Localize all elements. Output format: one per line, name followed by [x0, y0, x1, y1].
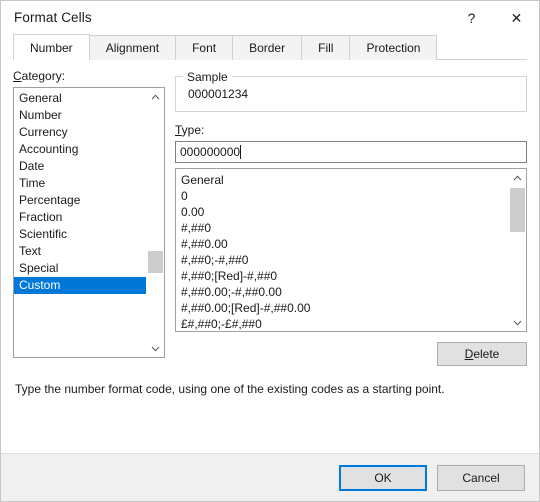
list-item[interactable]: Time: [14, 175, 146, 192]
type-label-rest: ype:: [181, 123, 205, 137]
sample-legend: Sample: [183, 70, 232, 84]
scroll-down-icon[interactable]: [509, 314, 526, 331]
type-input-value: 000000000: [180, 145, 241, 159]
sample-groupbox: Sample 000001234: [175, 70, 527, 112]
cancel-button[interactable]: Cancel: [437, 464, 525, 491]
list-item[interactable]: 0.00: [176, 204, 508, 220]
delete-button-row: Delete: [175, 342, 527, 366]
type-label: Type:: [175, 123, 527, 137]
tab-label: Protection: [366, 41, 421, 55]
dialog-footer: OK Cancel: [1, 453, 539, 501]
list-item[interactable]: Text: [14, 243, 146, 260]
delete-button[interactable]: Delete: [437, 342, 527, 366]
format-code-scroll-track[interactable]: [509, 186, 526, 314]
type-input[interactable]: 000000000: [175, 141, 527, 163]
text-caret: [240, 145, 242, 159]
list-item[interactable]: #,##0;[Red]-#,##0: [176, 268, 508, 284]
list-item[interactable]: Special: [14, 260, 146, 277]
delete-button-label: elete: [473, 347, 500, 361]
category-listbox[interactable]: General Number Currency Accounting Date …: [13, 87, 165, 358]
tab-protection[interactable]: Protection: [349, 35, 438, 60]
tab-fill[interactable]: Fill: [301, 35, 351, 60]
delete-button-accel: D: [464, 347, 474, 361]
category-scroll-thumb[interactable]: [148, 251, 163, 273]
page-title: Format Cells: [14, 10, 92, 25]
tab-border[interactable]: Border: [232, 35, 303, 60]
list-item[interactable]: 0: [176, 188, 508, 204]
scroll-up-icon[interactable]: [147, 88, 164, 105]
sample-value: 000001234: [188, 87, 249, 101]
list-item[interactable]: Fraction: [14, 209, 146, 226]
category-label-accel: C: [13, 69, 22, 83]
tab-label: Number: [30, 40, 73, 55]
list-item[interactable]: Currency: [14, 124, 146, 141]
format-code-scrollbar[interactable]: [508, 169, 526, 331]
question-mark-icon: ?: [467, 9, 476, 26]
list-item[interactable]: Accounting: [14, 141, 146, 158]
category-label: Category:: [13, 69, 165, 83]
close-icon: ✕: [510, 9, 523, 26]
format-cells-dialog: Format Cells ? ✕ Number Alignment Font B…: [0, 0, 540, 502]
close-button[interactable]: ✕: [494, 1, 539, 34]
tab-number[interactable]: Number: [13, 34, 90, 61]
tab-label: Alignment: [105, 41, 160, 55]
list-item[interactable]: #,##0: [176, 220, 508, 236]
category-scroll-track[interactable]: [147, 105, 164, 340]
tab-alignment[interactable]: Alignment: [88, 35, 177, 60]
list-item[interactable]: #,##0.00;[Red]-#,##0.00: [176, 300, 508, 316]
type-label-accel: T: [175, 123, 182, 137]
list-item[interactable]: #,##0;-#,##0: [176, 252, 508, 268]
tab-font[interactable]: Font: [175, 35, 234, 60]
category-listbox-items: General Number Currency Accounting Date …: [14, 88, 146, 357]
format-code-listbox[interactable]: General 0 0.00 #,##0 #,##0.00 #,##0;-#,#…: [175, 168, 527, 332]
help-button[interactable]: ?: [449, 1, 494, 34]
list-item[interactable]: General: [176, 172, 508, 188]
list-item[interactable]: #,##0.00;-#,##0.00: [176, 284, 508, 300]
format-code-listbox-items: General 0 0.00 #,##0 #,##0.00 #,##0;-#,#…: [176, 169, 508, 331]
list-item-selected[interactable]: Custom: [14, 277, 146, 294]
ok-button[interactable]: OK: [339, 464, 427, 491]
number-tab-panel: Category: General Number Currency Accoun…: [1, 60, 539, 453]
tab-label: Fill: [318, 41, 334, 55]
list-item[interactable]: General: [14, 90, 146, 107]
list-item[interactable]: Scientific: [14, 226, 146, 243]
list-item[interactable]: Number: [14, 107, 146, 124]
category-label-rest: ategory:: [21, 69, 66, 83]
scroll-down-icon[interactable]: [147, 340, 164, 357]
format-code-scroll-thumb[interactable]: [510, 188, 525, 232]
help-description: Type the number format code, using one o…: [15, 382, 445, 396]
tab-label: Font: [192, 41, 217, 55]
list-item[interactable]: Percentage: [14, 192, 146, 209]
title-bar-buttons: ? ✕: [449, 1, 539, 34]
title-bar: Format Cells ? ✕: [1, 1, 539, 34]
category-section: Category: General Number Currency Accoun…: [13, 69, 165, 366]
scroll-up-icon[interactable]: [509, 169, 526, 186]
category-scrollbar[interactable]: [146, 88, 164, 357]
panel-columns: Category: General Number Currency Accoun…: [13, 60, 527, 366]
tab-strip: Number Alignment Font Border Fill Protec…: [1, 34, 539, 61]
list-item[interactable]: £#,##0;-£#,##0: [176, 316, 508, 331]
list-item[interactable]: #,##0.00: [176, 236, 508, 252]
tab-label: Border: [249, 41, 286, 55]
list-item[interactable]: Date: [14, 158, 146, 175]
type-section: Sample 000001234 Type: 000000000 General…: [175, 69, 527, 366]
